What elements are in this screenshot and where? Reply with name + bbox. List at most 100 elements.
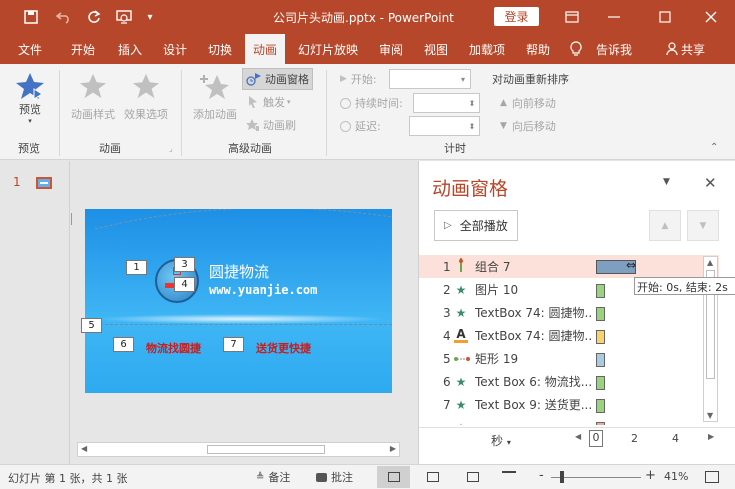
delay-spinner[interactable]: ⬍	[409, 116, 480, 136]
move-later-button[interactable]: ▼ 向后移动	[500, 118, 556, 134]
zoom-slider-thumb[interactable]	[560, 471, 564, 483]
zoom-level[interactable]: 41%	[664, 470, 688, 483]
slide-thumbnail[interactable]	[36, 177, 52, 189]
timeline-bar[interactable]	[596, 284, 605, 298]
animation-painter-button[interactable]: 动画刷	[246, 117, 296, 133]
seconds-menu[interactable]: 秒 ▾	[491, 432, 511, 449]
trigger-button[interactable]: 触发 ▾	[246, 94, 291, 110]
move-down-button[interactable]: ▼	[687, 210, 719, 241]
minimize-icon[interactable]	[604, 0, 624, 34]
animation-pane-title: 动画窗格	[432, 178, 509, 200]
ruler-mark	[71, 213, 74, 225]
tab-addins[interactable]: 加载项	[469, 34, 505, 64]
dialog-launcher-icon[interactable]: ⌟	[169, 144, 173, 153]
undo-icon[interactable]	[50, 0, 78, 34]
company-name[interactable]: 圆捷物流	[209, 261, 269, 282]
timeline-left-icon[interactable]: ◀	[575, 432, 581, 441]
collapse-ribbon-icon[interactable]: ⌃	[710, 142, 718, 153]
timeline-right-icon[interactable]: ▶	[708, 432, 714, 441]
tab-file[interactable]: 文件	[18, 34, 42, 64]
scroll-up-icon[interactable]: ▲	[707, 258, 713, 267]
animation-item-partial[interactable]: ★	[419, 416, 719, 425]
animation-item[interactable]: 1 组合 7 ⇔	[419, 255, 719, 278]
group-label-timing: 计时	[444, 142, 466, 155]
redo-icon[interactable]	[84, 0, 104, 34]
comments-button[interactable]: 批注	[316, 469, 353, 485]
animation-tag[interactable]: 5	[81, 318, 102, 333]
scroll-left-icon[interactable]: ◀	[81, 444, 87, 453]
reading-view-icon[interactable]	[467, 472, 479, 482]
share-button[interactable]: 共享	[666, 34, 705, 64]
save-icon[interactable]	[21, 0, 41, 34]
timeline-bar[interactable]	[596, 422, 605, 425]
tab-help[interactable]: 帮助	[526, 34, 550, 64]
tab-animations[interactable]: 动画	[245, 34, 286, 64]
tab-view[interactable]: 视图	[424, 34, 448, 64]
tab-insert[interactable]: 插入	[118, 34, 142, 64]
close-icon[interactable]	[701, 0, 721, 34]
animation-item[interactable]: 5 矩形 19	[419, 347, 719, 370]
animation-styles-button[interactable]: 动画样式	[67, 72, 119, 122]
duration-spinner[interactable]: ⬍	[413, 93, 480, 113]
animation-item-number: 7	[443, 397, 451, 412]
trigger-icon	[249, 96, 257, 108]
animation-item[interactable]: 4 A TextBox 74: 圆捷物...	[419, 324, 719, 347]
tab-home[interactable]: 开始	[71, 34, 95, 64]
slide-sorter-icon[interactable]	[427, 472, 439, 482]
tab-slideshow[interactable]: 幻灯片放映	[298, 34, 358, 64]
chevron-down-icon: ▾	[460, 74, 465, 84]
start-from-beginning-icon[interactable]	[113, 0, 135, 34]
play-all-button[interactable]: ▷ 全部播放	[434, 210, 518, 241]
motion-path-icon	[454, 352, 470, 366]
animation-tag[interactable]: 4	[174, 277, 195, 292]
animation-tag[interactable]: 3	[174, 257, 195, 272]
animation-tag[interactable]: 1	[126, 260, 147, 275]
effect-options-button[interactable]: 效果选项	[120, 72, 172, 122]
slide-thumbnails-panel: 1	[0, 161, 70, 464]
notes-button[interactable]: ≜ 备注	[256, 469, 290, 485]
animation-item[interactable]: 3 ★ TextBox 74: 圆捷物...	[419, 301, 719, 324]
animation-tag[interactable]: 7	[223, 337, 244, 352]
timeline-bar[interactable]	[596, 307, 605, 321]
zoom-in-button[interactable]: +	[645, 468, 656, 483]
move-earlier-button[interactable]: ▲ 向前移动	[500, 95, 556, 111]
login-button[interactable]: 登录	[494, 7, 539, 26]
scrollbar-thumb[interactable]	[207, 445, 325, 454]
slogan-right[interactable]: 送货更快捷	[256, 340, 311, 356]
ribbon-animations: 预览 ▾ 预览 动画样式 效果选项 动画 ⌟ 添加动画 动画窗格 触发 ▾ 动画…	[0, 64, 735, 160]
tell-me[interactable]: 告诉我	[570, 34, 632, 64]
start-play-icon: ▶	[340, 74, 347, 84]
ribbon-display-options-icon[interactable]	[562, 0, 582, 34]
start-select[interactable]: ▾	[389, 69, 471, 89]
timeline-bar[interactable]	[596, 399, 605, 413]
normal-view-button[interactable]	[377, 466, 410, 488]
timeline-bar[interactable]	[596, 330, 605, 344]
animation-item[interactable]: 6 ★ Text Box 6: 物流找...	[419, 370, 719, 393]
customize-quick-access-icon[interactable]: ▾	[143, 0, 157, 34]
move-up-button[interactable]: ▲	[649, 210, 681, 241]
close-pane-icon[interactable]: ✕	[704, 174, 717, 192]
maximize-icon[interactable]	[655, 0, 675, 34]
timeline-bar[interactable]	[596, 376, 605, 390]
fit-to-window-icon[interactable]	[705, 471, 719, 483]
scroll-down-icon[interactable]: ▼	[707, 411, 713, 420]
timeline-bar[interactable]	[596, 353, 605, 367]
animation-tag[interactable]: 6	[113, 337, 134, 352]
animation-item[interactable]: 7 ★ Text Box 9: 送货更...	[419, 393, 719, 416]
pane-options-icon[interactable]: ▼	[663, 177, 670, 187]
slide[interactable]: 圆捷物流 www.yuanjie.com 物流找圆捷 送货更快捷	[85, 209, 392, 393]
scroll-right-icon[interactable]: ▶	[390, 444, 396, 453]
slogan-left[interactable]: 物流找圆捷	[146, 340, 201, 356]
preview-button[interactable]: 预览 ▾	[14, 72, 46, 125]
horizontal-scrollbar[interactable]: ◀ ▶	[77, 442, 400, 457]
tab-review[interactable]: 审阅	[379, 34, 403, 64]
slideshow-icon[interactable]	[502, 471, 516, 482]
website-text[interactable]: www.yuanjie.com	[209, 283, 317, 297]
tab-transitions[interactable]: 切换	[208, 34, 232, 64]
animation-pane-button[interactable]: 动画窗格	[242, 68, 313, 90]
add-animation-button[interactable]: 添加动画	[189, 72, 241, 122]
tab-design[interactable]: 设计	[163, 34, 187, 64]
status-bar: 幻灯片 第 1 张，共 1 张 ≜ 备注 批注 - + 41%	[0, 464, 735, 489]
zoom-slider[interactable]	[551, 477, 641, 478]
zoom-out-button[interactable]: -	[539, 468, 544, 483]
